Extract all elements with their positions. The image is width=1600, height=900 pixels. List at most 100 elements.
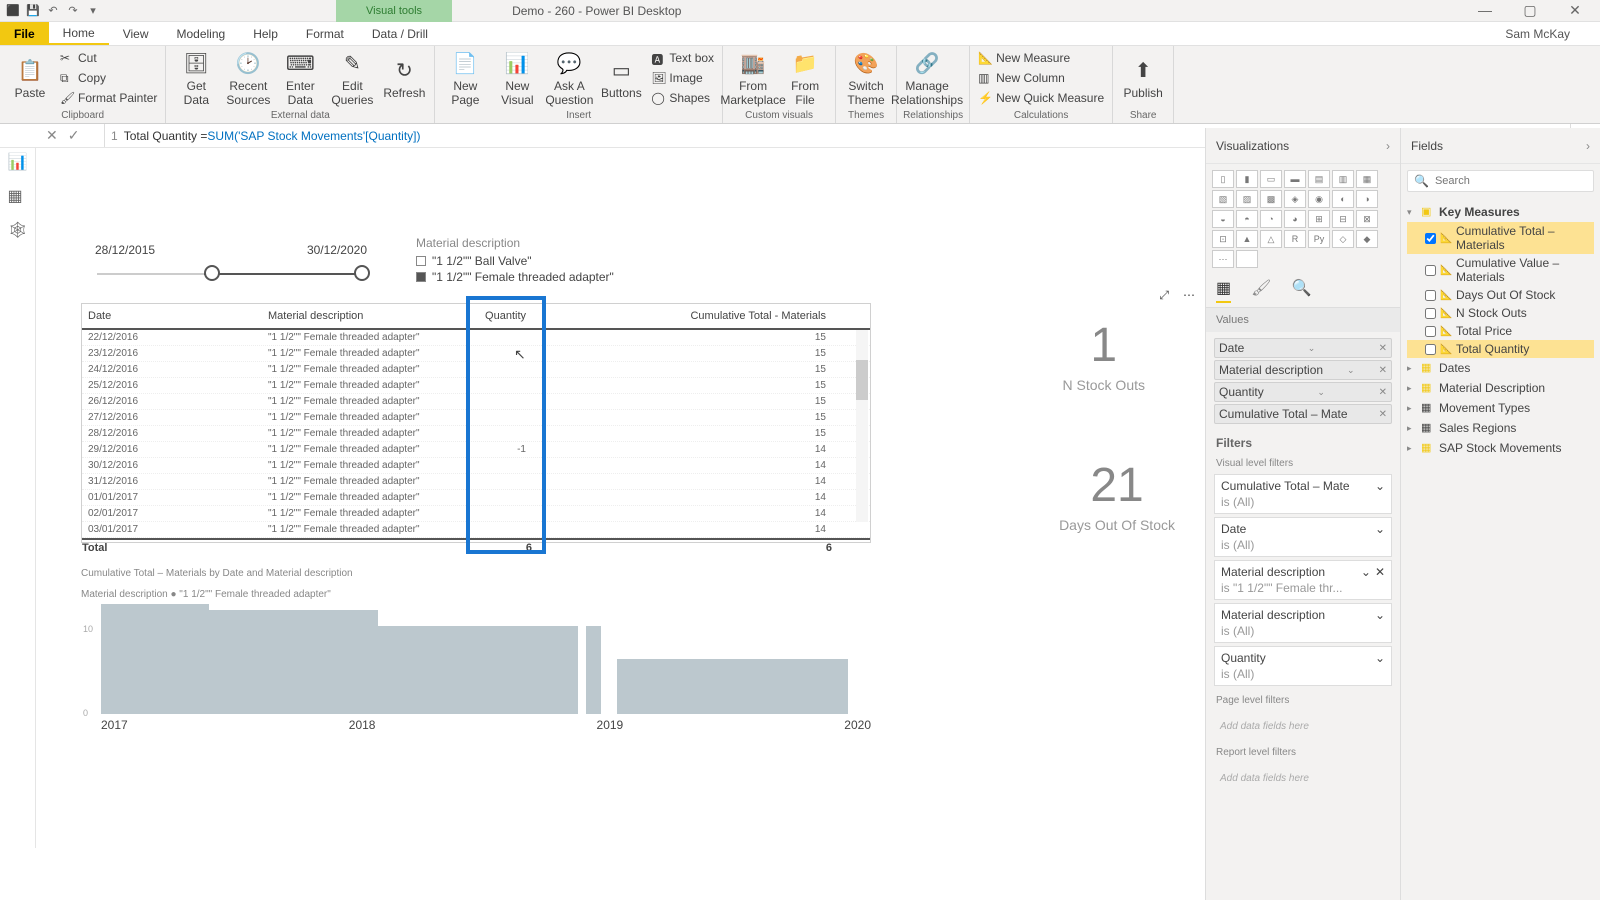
- field-checkbox[interactable]: [1425, 308, 1436, 319]
- new-quick-measure-button[interactable]: ⚡New Quick Measure: [976, 90, 1106, 106]
- viz-type-icon[interactable]: ▮: [1236, 170, 1258, 188]
- new-page-button[interactable]: 📄New Page: [441, 48, 489, 108]
- viz-type-icon[interactable]: ◑: [1356, 190, 1378, 208]
- table-row[interactable]: 27/12/2016"1 1/2"" Female threaded adapt…: [82, 410, 870, 426]
- table-row[interactable]: 31/12/2016"1 1/2"" Female threaded adapt…: [82, 474, 870, 490]
- field-cum-total-materials[interactable]: 📐Cumulative Total – Materials: [1407, 222, 1594, 254]
- recent-sources-button[interactable]: 🕑Recent Sources: [224, 48, 272, 108]
- filter-quantity[interactable]: Quantity⌄is (All): [1214, 646, 1392, 686]
- maximize-icon[interactable]: ▢: [1520, 2, 1540, 19]
- enter-data-button[interactable]: ⌨Enter Data: [276, 48, 324, 108]
- tab-help[interactable]: Help: [239, 22, 292, 45]
- field-checkbox[interactable]: [1425, 290, 1436, 301]
- field-checkbox[interactable]: [1425, 265, 1436, 276]
- format-painter-button[interactable]: 🖌Format Painter: [58, 90, 159, 106]
- table-row[interactable]: 28/12/2016"1 1/2"" Female threaded adapt…: [82, 426, 870, 442]
- group-key-measures[interactable]: ▾▣Key Measures: [1407, 202, 1594, 222]
- area-chart-visual[interactable]: Cumulative Total – Materials by Date and…: [81, 568, 871, 732]
- formula-cancel-icon[interactable]: ✕: [46, 127, 58, 144]
- filter-material-1[interactable]: Material description⌄✕is "1 1/2"" Female…: [1214, 560, 1392, 600]
- collapse-fields-pane-icon[interactable]: ›: [1586, 139, 1590, 153]
- chevron-down-icon[interactable]: ⌄: [1344, 365, 1358, 376]
- focus-mode-icon[interactable]: ⤢: [1159, 288, 1169, 303]
- table-scrollbar[interactable]: [856, 330, 868, 522]
- table-row[interactable]: 23/12/2016"1 1/2"" Female threaded adapt…: [82, 346, 870, 362]
- more-options-icon[interactable]: ⋯: [1183, 288, 1195, 303]
- minimize-icon[interactable]: —: [1475, 2, 1495, 19]
- col-date[interactable]: Date: [82, 307, 262, 325]
- slider-handle-left[interactable]: [204, 265, 220, 281]
- report-view-icon[interactable]: 📊: [8, 152, 28, 172]
- from-marketplace-button[interactable]: 🏬From Marketplace: [729, 48, 777, 108]
- clear-filter-icon[interactable]: ✕: [1375, 565, 1385, 579]
- filter-date[interactable]: Date⌄is (All): [1214, 517, 1392, 557]
- table-row[interactable]: 29/12/2016"1 1/2"" Female threaded adapt…: [82, 442, 870, 458]
- refresh-button[interactable]: ↻Refresh: [380, 48, 428, 108]
- tab-data-drill[interactable]: Data / Drill: [358, 22, 442, 45]
- chevron-down-icon[interactable]: ⌄: [1305, 343, 1319, 354]
- analytics-tab-icon[interactable]: 🔍: [1291, 278, 1311, 303]
- viz-type-icon[interactable]: [1236, 250, 1258, 268]
- field-cum-value-materials[interactable]: 📐Cumulative Value – Materials: [1407, 254, 1594, 286]
- col-material[interactable]: Material description: [262, 307, 462, 325]
- viz-type-icon[interactable]: ◇: [1332, 230, 1354, 248]
- shapes-button[interactable]: ◯Shapes: [649, 90, 716, 106]
- close-icon[interactable]: ✕: [1565, 2, 1585, 19]
- search-input[interactable]: [1435, 175, 1587, 187]
- chevron-down-icon[interactable]: ⌄: [1314, 387, 1328, 398]
- viz-type-icon[interactable]: ▲: [1236, 230, 1258, 248]
- remove-icon[interactable]: ✕: [1379, 365, 1387, 376]
- tab-file[interactable]: File: [0, 22, 49, 45]
- from-file-button[interactable]: 📁From File: [781, 48, 829, 108]
- field-checkbox[interactable]: [1425, 233, 1436, 244]
- table-row[interactable]: 01/01/2017"1 1/2"" Female threaded adapt…: [82, 490, 870, 506]
- chevron-down-icon[interactable]: ⌄: [1375, 608, 1385, 622]
- get-data-button[interactable]: 🗄Get Data: [172, 48, 220, 108]
- redo-icon[interactable]: ↷: [66, 4, 80, 18]
- table-row[interactable]: 26/12/2016"1 1/2"" Female threaded adapt…: [82, 394, 870, 410]
- manage-relationships-button[interactable]: 🔗Manage Relationships: [903, 48, 951, 108]
- viz-type-icon[interactable]: ◐: [1332, 190, 1354, 208]
- col-quantity[interactable]: Quantity: [462, 307, 532, 325]
- formula-commit-icon[interactable]: ✓: [68, 127, 80, 144]
- chevron-down-icon[interactable]: ⌄: [1375, 651, 1385, 665]
- viz-type-icon[interactable]: ⊡: [1212, 230, 1234, 248]
- table-row[interactable]: 22/12/2016"1 1/2"" Female threaded adapt…: [82, 330, 870, 346]
- viz-type-icon[interactable]: ▦: [1356, 170, 1378, 188]
- viz-type-icon[interactable]: ◈: [1284, 190, 1306, 208]
- format-tab-icon[interactable]: 🖌: [1251, 278, 1271, 303]
- tab-view[interactable]: View: [109, 22, 163, 45]
- chevron-down-icon[interactable]: ⌄: [1361, 565, 1371, 579]
- filter-material-2[interactable]: Material description⌄is (All): [1214, 603, 1392, 643]
- table-row[interactable]: 30/12/2016"1 1/2"" Female threaded adapt…: [82, 458, 870, 474]
- well-material[interactable]: Material description⌄✕: [1214, 360, 1392, 380]
- filter-cumulative[interactable]: Cumulative Total – Mate⌄is (All): [1214, 474, 1392, 514]
- viz-type-icon[interactable]: ▨: [1236, 190, 1258, 208]
- new-measure-button[interactable]: 📐New Measure: [976, 50, 1106, 66]
- viz-type-icon[interactable]: ◉: [1308, 190, 1330, 208]
- group-dates[interactable]: ▸▦Dates: [1407, 358, 1594, 378]
- textbox-button[interactable]: 🅰Text box: [649, 50, 716, 66]
- paste-button[interactable]: 📋Paste: [6, 48, 54, 108]
- new-visual-button[interactable]: 📊New Visual: [493, 48, 541, 108]
- viz-type-icon[interactable]: ◒: [1212, 210, 1234, 228]
- field-days-out-of-stock[interactable]: 📐Days Out Of Stock: [1407, 286, 1594, 304]
- viz-type-icon[interactable]: R: [1284, 230, 1306, 248]
- data-view-icon[interactable]: ▦: [8, 186, 28, 206]
- chevron-down-icon[interactable]: ⌄: [1375, 522, 1385, 536]
- report-filter-drop[interactable]: Add data fields here: [1214, 767, 1392, 790]
- edit-queries-button[interactable]: ✎Edit Queries: [328, 48, 376, 108]
- viz-type-icon[interactable]: △: [1260, 230, 1282, 248]
- group-movement-types[interactable]: ▸▦Movement Types: [1407, 398, 1594, 418]
- fields-well-tab-icon[interactable]: ▦: [1216, 278, 1231, 303]
- well-date[interactable]: Date⌄✕: [1214, 338, 1392, 358]
- viz-type-icon[interactable]: ◓: [1236, 210, 1258, 228]
- card-n-stock-outs[interactable]: 1 N Stock Outs: [1063, 318, 1145, 393]
- signed-in-user[interactable]: Sam McKay: [1505, 22, 1600, 45]
- model-view-icon[interactable]: 🕸: [8, 220, 28, 240]
- viz-type-icon[interactable]: ⊞: [1308, 210, 1330, 228]
- cut-button[interactable]: ✂Cut: [58, 50, 159, 66]
- switch-theme-button[interactable]: 🎨Switch Theme: [842, 48, 890, 108]
- table-visual[interactable]: Date Material description Quantity Cumul…: [81, 303, 871, 543]
- well-quantity[interactable]: Quantity⌄✕: [1214, 382, 1392, 402]
